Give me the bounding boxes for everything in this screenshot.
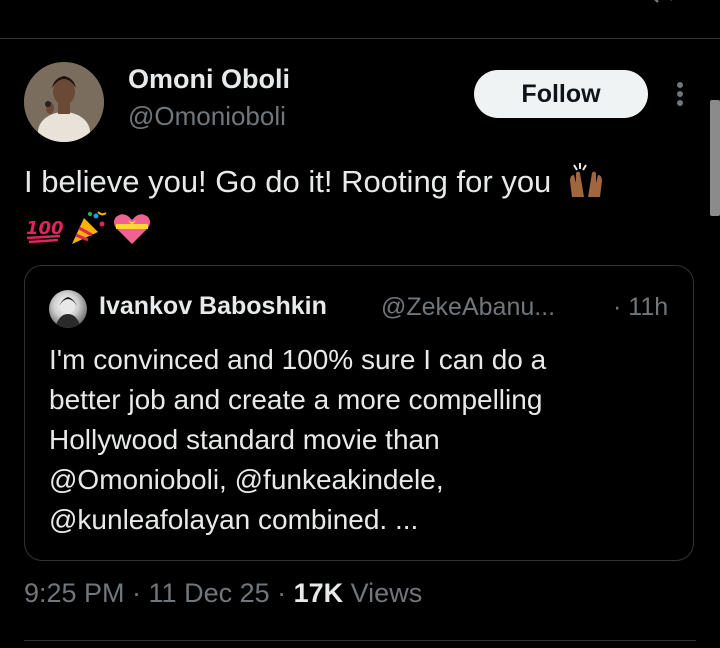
tweet-timestamp[interactable]: 9:25 PM · 11 Dec 25 · [24, 578, 294, 608]
partial-icon [654, 0, 672, 3]
scrollbar[interactable] [710, 100, 720, 216]
follow-button[interactable]: Follow [474, 70, 648, 118]
author-handle[interactable]: @Omonioboli [128, 101, 286, 132]
quoted-text-line: @Omonioboli, @funkeakindele, [49, 464, 444, 495]
party-popper-icon [72, 211, 107, 244]
tweet-text: I believe you! Go do it! Rooting for you [24, 160, 704, 204]
hundred-points-icon: 100 [26, 218, 64, 244]
tweet-meta: 9:25 PM · 11 Dec 25 · 17K Views [24, 578, 422, 609]
views-label: Views [343, 578, 423, 608]
more-options-icon[interactable] [672, 78, 688, 110]
raising-hands-icon [569, 162, 602, 197]
quoted-text-line: Hollywood standard movie than [49, 424, 440, 455]
quoted-author-avatar[interactable] [49, 290, 87, 328]
quoted-text-line: I'm convinced and 100% sure I can do a [49, 344, 547, 375]
top-divider [0, 38, 720, 39]
tweet-text-line: I believe you! Go do it! Rooting for you [24, 164, 552, 199]
heart-with-ribbon-icon [114, 214, 150, 244]
quoted-timestamp[interactable]: · 11h [613, 293, 668, 322]
quoted-display-name[interactable]: Ivankov Baboshkin [99, 292, 327, 321]
views-count: 17K [293, 578, 344, 608]
quoted-text-line: @kunleafolayan combined. ... [49, 504, 419, 535]
author-avatar[interactable] [24, 62, 104, 142]
author-display-name[interactable]: Omoni Oboli [128, 64, 290, 95]
quoted-text-line: better job and create a more compelling [49, 384, 543, 415]
quoted-tweet-card[interactable]: Ivankov Baboshkin @ZekeAbanu... · 11h I'… [24, 265, 694, 561]
bottom-divider [24, 640, 696, 641]
quoted-handle[interactable]: @ZekeAbanu... [381, 293, 555, 322]
tweet-emoji-row: 100 [24, 208, 152, 248]
quoted-text: I'm convinced and 100% sure I can do a b… [49, 340, 649, 540]
